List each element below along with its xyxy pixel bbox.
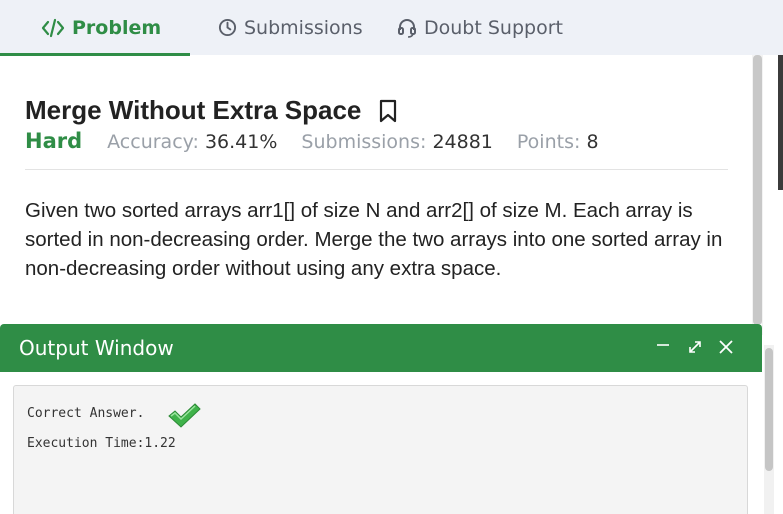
output-window-header: Output Window [0,324,762,372]
tab-doubt-support-label: Doubt Support [424,16,563,39]
minimize-icon[interactable] [651,334,675,360]
points-value: 8 [586,131,599,153]
content-scrollbar-thumb[interactable] [753,55,762,325]
checkmark-icon [167,402,201,432]
submissions-value: 24881 [432,131,493,153]
bookmark-icon[interactable] [379,99,397,123]
tab-problem-label: Problem [72,16,162,39]
accuracy-label: Accuracy: [107,131,199,153]
problem-header: Merge Without Extra Space [25,95,397,126]
tab-submissions[interactable]: Submissions [218,0,363,55]
output-window: Output Window Correct Answer. Execution … [0,324,762,514]
tab-submissions-label: Submissions [244,16,363,39]
accuracy-value: 36.41% [204,131,278,153]
output-result-text: Correct Answer. [27,406,145,421]
active-tab-indicator [0,53,190,56]
close-icon[interactable] [714,334,738,360]
clock-icon [218,18,237,37]
points-label: Points: [516,131,581,153]
difficulty-badge: Hard [25,129,83,153]
headset-icon [397,18,417,38]
execution-time-text: Execution Time:1.22 [27,436,176,451]
panel-resize-handle[interactable] [778,55,783,190]
code-icon [41,18,65,38]
divider [25,169,728,170]
problem-title: Merge Without Extra Space [25,95,362,125]
expand-icon[interactable] [683,334,707,360]
problem-description: Given two sorted arrays arr1[] of size N… [25,199,723,280]
tab-doubt-support[interactable]: Doubt Support [397,0,563,55]
submissions-label: Submissions: [301,131,427,153]
app-root: Problem Submissions Doubt Support Merge … [0,0,783,514]
tab-bar: Problem Submissions Doubt Support [0,0,783,56]
output-window-title: Output Window [19,336,174,360]
tab-problem[interactable]: Problem [41,0,161,55]
output-scrollbar-thumb[interactable] [765,348,773,471]
output-console: Correct Answer. Execution Time:1.22 [13,385,748,514]
problem-meta: Hard Accuracy: 36.41% Submissions: 24881… [25,129,623,153]
